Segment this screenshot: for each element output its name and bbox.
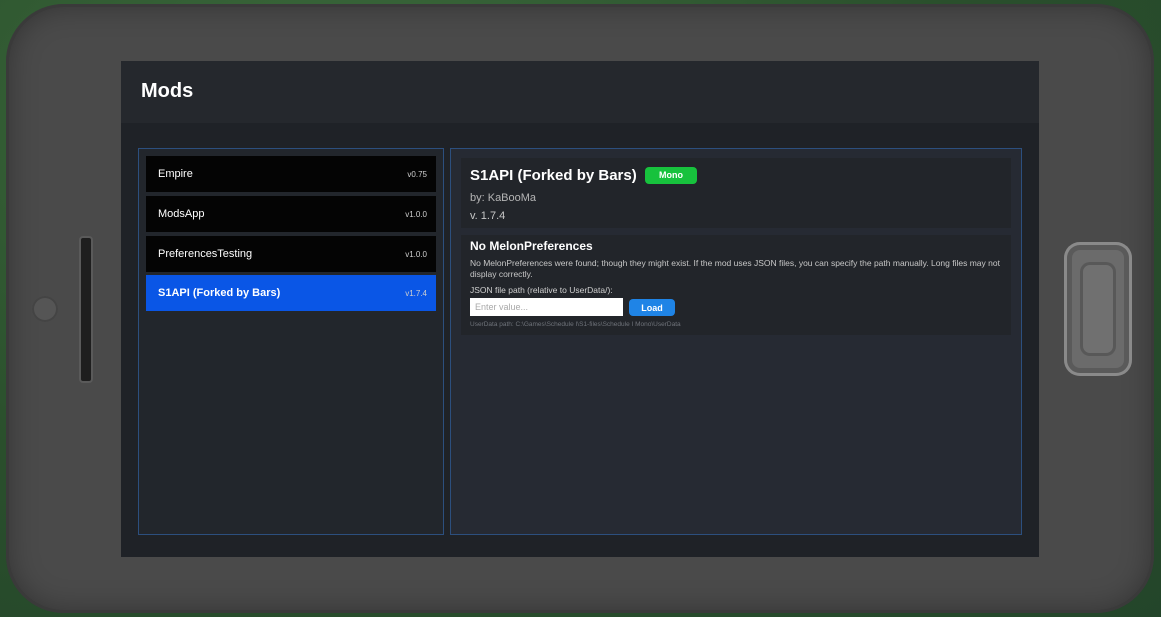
preferences-description: No MelonPreferences were found; though t…	[470, 258, 1000, 279]
mod-author: by: KaBooMa	[470, 192, 537, 204]
preferences-card: No MelonPreferences No MelonPreferences …	[461, 235, 1011, 335]
json-path-input[interactable]	[470, 298, 623, 316]
mod-details-panel: S1API (Forked by Bars) Mono by: KaBooMa …	[450, 148, 1022, 535]
load-button[interactable]: Load	[629, 299, 675, 316]
app-screen: Mods Empire v0.75 ModsApp v1.0.0 Prefere…	[121, 61, 1039, 557]
json-path-label: JSON file path (relative to UserData/):	[470, 285, 613, 295]
page-title: Mods	[141, 80, 194, 102]
mod-version: v1.0.0	[405, 250, 427, 259]
list-item-modsapp[interactable]: ModsApp v1.0.0	[146, 196, 436, 232]
mod-name: PreferencesTesting	[158, 248, 253, 260]
camera-icon	[32, 296, 58, 322]
home-button[interactable]	[1064, 242, 1132, 376]
mods-list: Empire v0.75 ModsApp v1.0.0 PreferencesT…	[138, 148, 444, 535]
mod-version: v0.75	[407, 170, 427, 179]
list-item-s1api[interactable]: S1API (Forked by Bars) v1.7.4	[146, 275, 436, 311]
mod-name: ModsApp	[158, 208, 205, 220]
mod-info-card: S1API (Forked by Bars) Mono by: KaBooMa …	[461, 158, 1011, 228]
preferences-title: No MelonPreferences	[470, 239, 593, 253]
list-item-empire[interactable]: Empire v0.75	[146, 156, 436, 192]
mod-name: S1API (Forked by Bars)	[158, 287, 281, 299]
mod-version-line: v. 1.7.4	[470, 210, 506, 222]
mod-version: v1.7.4	[405, 289, 427, 298]
runtime-badge: Mono	[645, 167, 697, 184]
mod-name: Empire	[158, 168, 193, 180]
userdata-path: UserData path: C:\Games\Schedule I\S1-fi…	[470, 321, 681, 328]
mod-version: v1.0.0	[405, 210, 427, 219]
list-item-preferencestesting[interactable]: PreferencesTesting v1.0.0	[146, 236, 436, 272]
title-bar: Mods	[121, 61, 1039, 123]
phone-side-slot	[79, 236, 93, 383]
mod-title: S1API (Forked by Bars)	[470, 167, 637, 184]
